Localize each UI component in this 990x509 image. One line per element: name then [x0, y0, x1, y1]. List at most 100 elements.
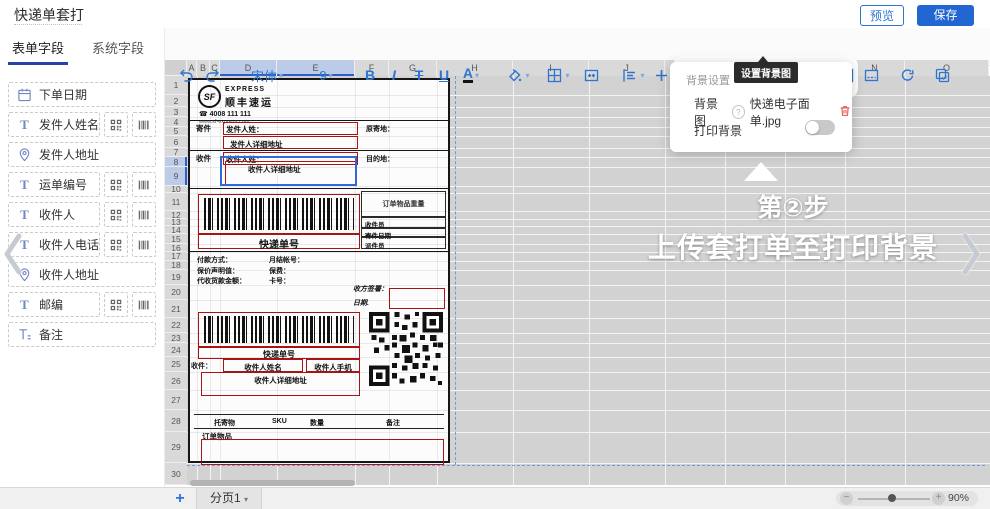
row-header-26[interactable]: 26: [165, 372, 187, 390]
field-item[interactable]: T 发件人姓名: [8, 112, 100, 137]
undo-icon[interactable]: [174, 63, 198, 87]
text-icon: T: [17, 297, 32, 312]
borders-icon[interactable]: ▾: [543, 63, 573, 87]
page-title: 快递单套打: [14, 5, 84, 25]
save-button[interactable]: 保存: [917, 5, 974, 26]
field-label: 收件人: [39, 206, 75, 223]
carousel-prev-icon[interactable]: [2, 232, 24, 276]
row-header-21[interactable]: 21: [165, 300, 187, 318]
refresh-icon[interactable]: [895, 63, 919, 87]
field-item[interactable]: T收件人: [8, 202, 100, 227]
title-bar: 快递单套打 预览 保存: [0, 0, 990, 28]
tab-form-fields[interactable]: 表单字段: [12, 38, 64, 57]
field-item[interactable]: 备注: [8, 322, 156, 347]
merge-cells-icon[interactable]: [579, 63, 603, 87]
horizontal-scrollbar[interactable]: [190, 480, 355, 486]
field-label: 下单日期: [39, 86, 87, 103]
text-icon: T: [17, 117, 32, 132]
help-icon[interactable]: ?: [732, 105, 745, 119]
delete-icon[interactable]: [838, 104, 852, 121]
row-header-18[interactable]: 18: [165, 261, 187, 270]
add-sheet-button[interactable]: +: [170, 488, 190, 509]
print-background-label: 打印背景: [694, 122, 742, 139]
row-header-20[interactable]: 20: [165, 285, 187, 300]
row-header-3[interactable]: 3: [165, 107, 187, 117]
carousel-next-icon[interactable]: [960, 232, 982, 276]
zoom-slider-handle[interactable]: [888, 494, 896, 502]
row-header-19[interactable]: 19: [165, 270, 187, 285]
row-header-22[interactable]: 22: [165, 318, 187, 333]
row-header-10[interactable]: 10: [165, 186, 187, 193]
qr-variant-icon[interactable]: [104, 292, 128, 317]
guide-instruction: 上传套打单至打印背景: [628, 226, 958, 266]
barcode-variant-icon[interactable]: [132, 172, 156, 197]
sidebar-field-row: 发件人地址: [8, 142, 156, 167]
qr-variant-icon[interactable]: [104, 202, 128, 227]
row-header-11[interactable]: 11: [165, 193, 187, 211]
row-header-24[interactable]: 24: [165, 343, 187, 357]
barcode-variant-icon[interactable]: [132, 112, 156, 137]
row-header-5[interactable]: 5: [165, 127, 187, 136]
sidebar-field-row: T收件人电话: [8, 232, 156, 257]
sidebar-field-row: 备注: [8, 322, 156, 347]
title-underline: [14, 24, 82, 25]
row-header-30[interactable]: 30: [165, 463, 187, 485]
field-label: 邮编: [39, 296, 63, 313]
text-icon: T: [17, 177, 32, 192]
note-icon: [17, 327, 32, 342]
row-header-25[interactable]: 25: [165, 357, 187, 372]
preview-button[interactable]: 预览: [860, 5, 904, 26]
zoom-in-button[interactable]: +: [932, 492, 945, 505]
underline-icon[interactable]: U: [432, 63, 456, 87]
popup-title: 背景设置: [686, 72, 730, 88]
strikethrough-icon[interactable]: T: [407, 63, 431, 87]
row-header-28[interactable]: 28: [165, 410, 187, 432]
barcode-variant-icon[interactable]: [132, 232, 156, 257]
footer-bar: + 分页1 ▾ − + 90%: [0, 487, 990, 509]
barcode-variant-icon[interactable]: [132, 202, 156, 227]
font-size-select[interactable]: 9▾: [308, 63, 344, 87]
sidebar-field-row: 下单日期: [8, 82, 156, 107]
grid-background[interactable]: [187, 76, 990, 485]
zoom-out-button[interactable]: −: [840, 492, 853, 505]
barcode-variant-icon[interactable]: [132, 292, 156, 317]
tooltip: 设置背景图: [734, 62, 798, 83]
guide-step: 第②步: [628, 188, 958, 224]
row-header-29[interactable]: 29: [165, 432, 187, 463]
row-header-23[interactable]: 23: [165, 333, 187, 343]
field-item[interactable]: 发件人地址: [8, 142, 156, 167]
calendar-icon: [17, 87, 32, 102]
sidebar-field-row: T 运单编号: [8, 172, 156, 197]
qr-variant-icon[interactable]: [104, 172, 128, 197]
sidebar-tabs: 表单字段 系统字段: [0, 28, 165, 66]
field-item[interactable]: T 运单编号: [8, 172, 100, 197]
split-horizontal-icon[interactable]: [859, 63, 883, 87]
sidebar-field-row: T 发件人姓名: [8, 112, 156, 137]
font-color-icon[interactable]: A▾: [456, 63, 486, 87]
field-label: 运单编号: [39, 176, 87, 193]
field-sidebar: 下单日期 T 发件人姓名发件人地址 T 运单编号 T收件人 T收件人电话收件人地址 T 邮编备注: [0, 66, 165, 487]
field-item[interactable]: 下单日期: [8, 82, 156, 107]
guide-text: 第②步 上传套打单至打印背景: [628, 188, 958, 266]
row-header-2[interactable]: 2: [165, 95, 187, 107]
redo-icon[interactable]: [200, 63, 224, 87]
copy-icon[interactable]: [930, 63, 954, 87]
field-item[interactable]: T 邮编: [8, 292, 100, 317]
bold-icon[interactable]: B: [358, 63, 382, 87]
qr-variant-icon[interactable]: [104, 232, 128, 257]
sheet-tab[interactable]: 分页1 ▾: [196, 488, 262, 509]
fill-color-icon[interactable]: ▾: [503, 63, 533, 87]
row-header-27[interactable]: 27: [165, 390, 187, 410]
italic-icon[interactable]: I: [382, 63, 406, 87]
print-background-toggle[interactable]: [805, 120, 835, 135]
sidebar-field-row: 收件人地址: [8, 262, 156, 287]
qr-variant-icon[interactable]: [104, 112, 128, 137]
sidebar-field-row: T收件人: [8, 202, 156, 227]
font-family-select[interactable]: 宋体▾: [240, 63, 294, 87]
active-tab-underline: [8, 62, 68, 65]
field-item[interactable]: 收件人地址: [8, 262, 156, 287]
field-label: 发件人姓名: [39, 116, 99, 133]
row-header-8[interactable]: 8: [165, 157, 187, 167]
align-icon[interactable]: ▾: [618, 63, 648, 87]
tab-system-fields[interactable]: 系统字段: [92, 38, 144, 57]
